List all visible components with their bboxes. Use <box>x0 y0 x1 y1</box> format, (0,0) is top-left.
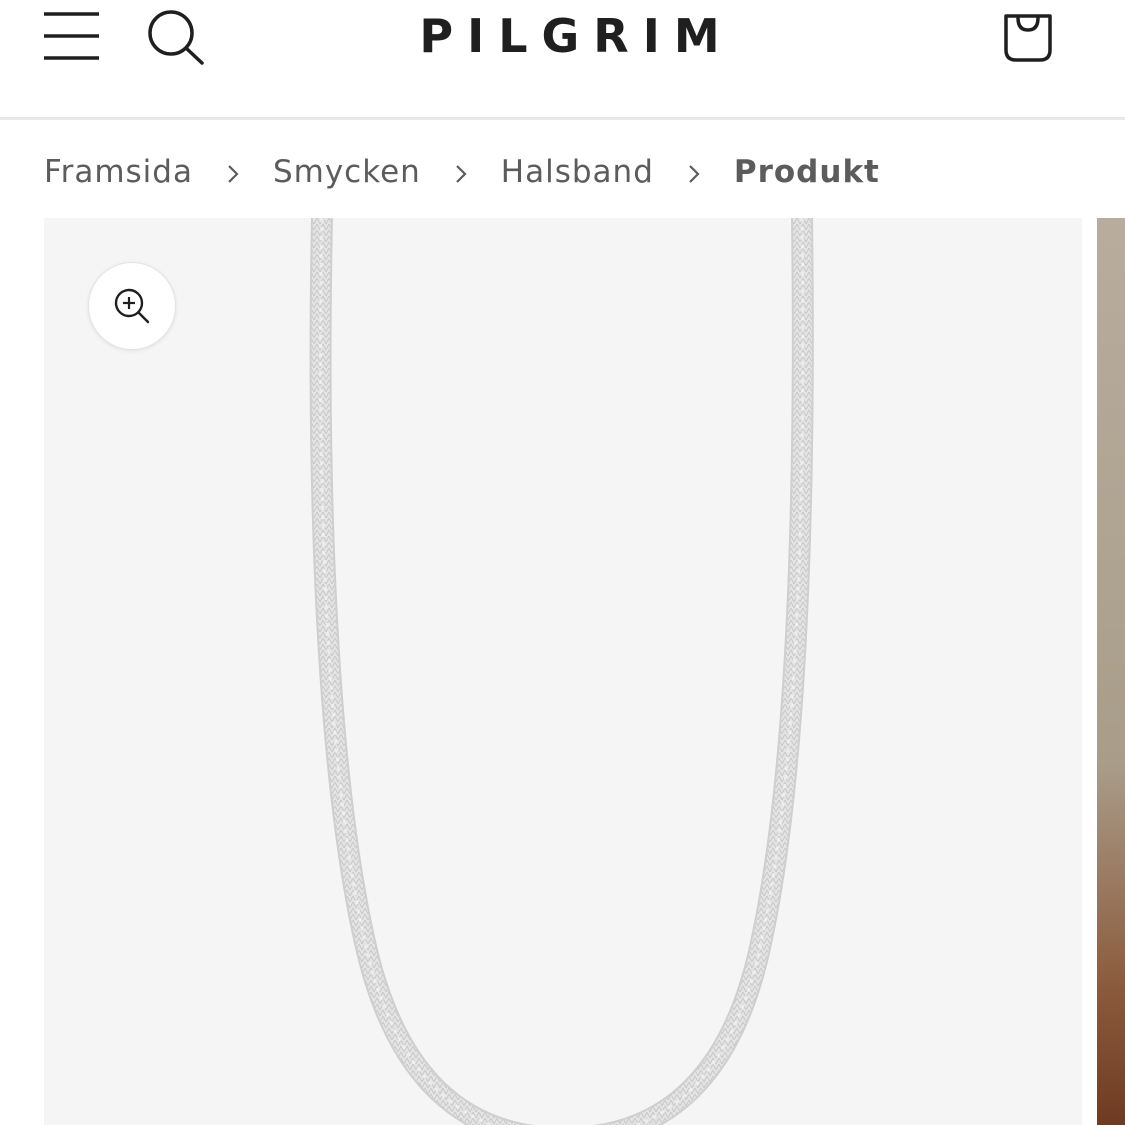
breadcrumb: Framsida Smycken Halsband Produkt <box>44 148 880 196</box>
necklace-image <box>309 218 814 1125</box>
product-page: PILGRIM Framsida Smycken Halsband Produk… <box>0 0 1125 1125</box>
product-image-next-peek[interactable] <box>1097 218 1125 1125</box>
breadcrumb-current: Produkt <box>733 154 880 190</box>
chevron-right-icon <box>193 154 273 190</box>
product-image-main[interactable] <box>44 218 1082 1125</box>
chevron-right-icon <box>654 154 734 190</box>
shopping-bag-icon <box>1004 14 1052 62</box>
zoom-button[interactable] <box>88 262 176 350</box>
zoom-in-icon <box>114 288 150 324</box>
chevron-right-icon <box>421 154 501 190</box>
brand-logo[interactable]: PILGRIM <box>0 6 1125 66</box>
breadcrumb-link-necklaces[interactable]: Halsband <box>501 154 654 190</box>
site-header: PILGRIM <box>0 0 1125 120</box>
breadcrumb-link-home[interactable]: Framsida <box>44 154 193 190</box>
breadcrumb-link-jewelry[interactable]: Smycken <box>273 154 421 190</box>
cart-button[interactable] <box>1000 8 1056 64</box>
